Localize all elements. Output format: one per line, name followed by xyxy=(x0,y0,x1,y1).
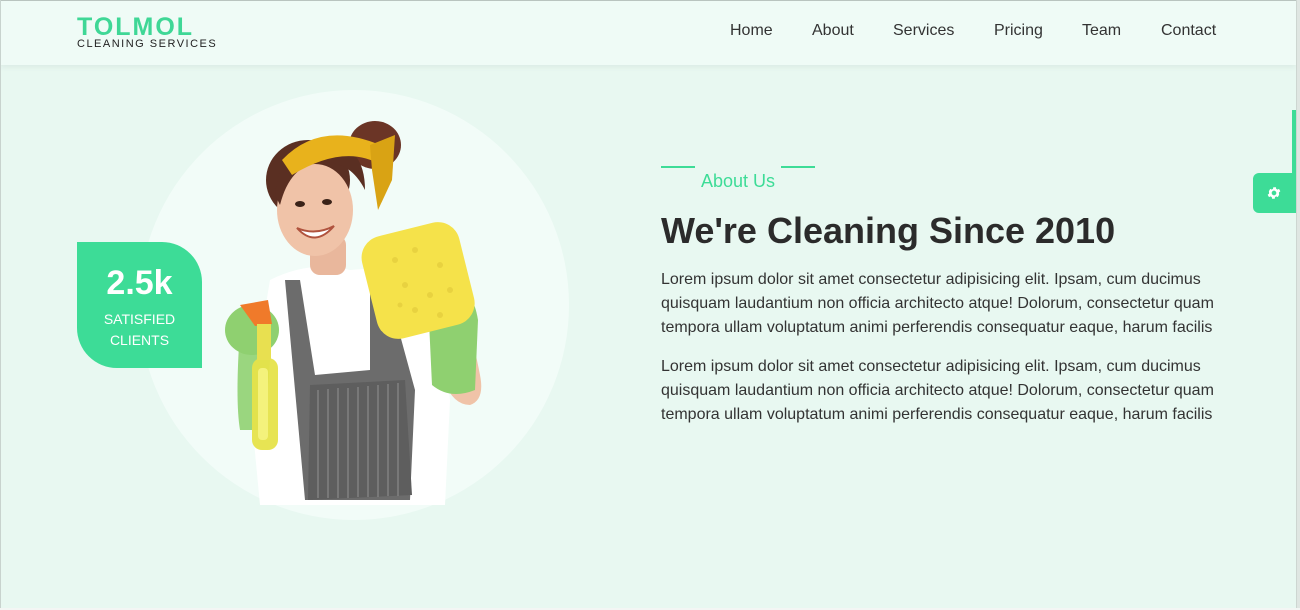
nav-home[interactable]: Home xyxy=(730,22,773,40)
eyebrow-text: About Us xyxy=(701,171,776,191)
window-border-left xyxy=(0,0,1,610)
eyebrow-line-left xyxy=(661,166,695,168)
nav-team[interactable]: Team xyxy=(1082,22,1121,40)
stat-value: 2.5k xyxy=(106,264,173,302)
about-paragraph-2: Lorem ipsum dolor sit amet consectetur a… xyxy=(661,358,1214,423)
nav-pricing[interactable]: Pricing xyxy=(994,22,1043,40)
nav-services[interactable]: Services xyxy=(893,22,954,40)
gear-icon xyxy=(1267,187,1280,199)
satisfied-clients-card: 2.5k SATISFIED CLIENTS xyxy=(77,242,202,368)
window-border-top xyxy=(0,0,1300,1)
scrollbar[interactable] xyxy=(1296,0,1300,610)
nav-about[interactable]: About xyxy=(812,22,854,40)
logo[interactable]: TOLMOL CLEANING SERVICES xyxy=(77,14,217,50)
cleaner-photo xyxy=(225,121,482,505)
nav-contact[interactable]: Contact xyxy=(1161,22,1216,40)
section-eyebrow: About Us xyxy=(661,160,821,191)
settings-toggle-button[interactable] xyxy=(1253,173,1294,213)
stat-label: SATISFIED CLIENTS xyxy=(103,311,176,348)
about-paragraph-1: Lorem ipsum dolor sit amet consectetur a… xyxy=(661,271,1214,336)
site-header: TOLMOL CLEANING SERVICES Home About Serv… xyxy=(0,0,1296,65)
section-heading: We're Cleaning Since 2010 xyxy=(661,210,1116,251)
eyebrow-line-right xyxy=(781,166,815,168)
logo-subtitle: CLEANING SERVICES xyxy=(77,38,218,50)
logo-title: TOLMOL xyxy=(77,13,195,41)
